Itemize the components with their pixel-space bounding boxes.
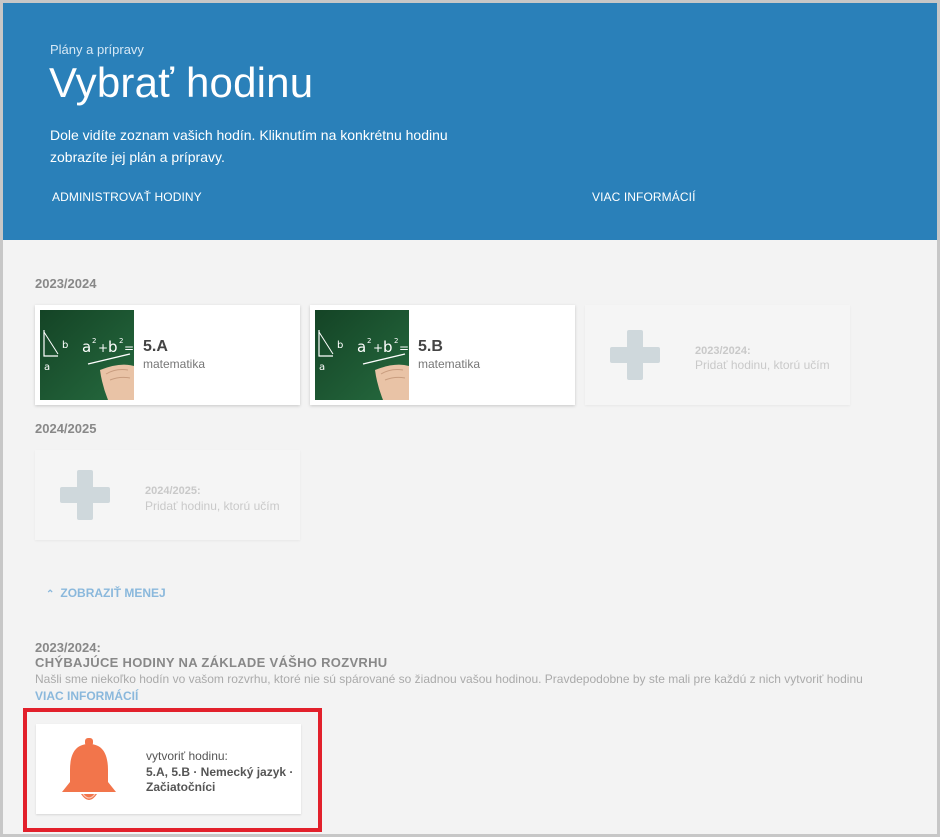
svg-text:a: a — [357, 338, 366, 356]
missing-section-description: Našli sme niekoľko hodín vo vašom rozvrh… — [35, 672, 863, 686]
highlight-box — [23, 708, 322, 832]
class-name: 5.A — [143, 338, 168, 355]
page-title: Vybrať hodinu — [49, 59, 314, 106]
svg-text:a: a — [82, 338, 91, 356]
missing-more-info-link[interactable]: VIAC INFORMÁCIÍ — [35, 689, 138, 703]
svg-text:2: 2 — [119, 337, 123, 345]
plus-icon — [60, 470, 110, 520]
svg-text:b: b — [108, 338, 118, 356]
class-subject: matematika — [418, 357, 481, 371]
plus-icon — [610, 330, 660, 380]
missing-section-year: 2023/2024: — [35, 640, 101, 655]
year-label-2024-2025: 2024/2025 — [35, 421, 97, 436]
svg-text:+: + — [98, 341, 108, 355]
add-class-text: Pridať hodinu, ktorú učím — [145, 499, 280, 513]
add-class-text: Pridať hodinu, ktorú učím — [695, 358, 830, 372]
svg-text:a: a — [44, 362, 50, 373]
page-header: Plány a prípravy Vybrať hodinu Dole vidí… — [3, 3, 937, 240]
add-class-year: 2023/2024: — [695, 345, 751, 357]
chalkboard-image: b a a 2 + b 2 = — [315, 310, 409, 400]
svg-text:=: = — [124, 341, 134, 355]
svg-text:2: 2 — [367, 337, 371, 345]
chalkboard-image: b a a 2 + b 2 = — [40, 310, 134, 400]
svg-text:2: 2 — [92, 337, 96, 345]
app-frame: Plány a prípravy Vybrať hodinu Dole vidí… — [0, 0, 940, 837]
svg-text:+: + — [373, 341, 383, 355]
admin-lessons-link[interactable]: ADMINISTROVAŤ HODINY — [52, 190, 202, 204]
class-subject: matematika — [143, 357, 206, 371]
add-class-card-2023-2024[interactable]: 2023/2024: Pridať hodinu, ktorú učím — [585, 305, 850, 405]
svg-text:=: = — [399, 341, 409, 355]
chevron-up-icon: ⌃ — [46, 589, 55, 600]
show-less-label: ZOBRAZIŤ MENEJ — [60, 586, 166, 600]
class-card-5b[interactable]: b a a 2 + b 2 = 5.B matematika — [310, 305, 575, 405]
svg-text:a: a — [319, 362, 325, 373]
year-label-2023-2024: 2023/2024 — [35, 276, 97, 291]
svg-text:b: b — [62, 340, 68, 351]
add-class-year: 2024/2025: — [145, 485, 201, 497]
page-description: Dole vidíte zoznam vašich hodín. Kliknut… — [50, 127, 448, 165]
breadcrumb[interactable]: Plány a prípravy — [50, 42, 144, 57]
svg-text:b: b — [383, 338, 393, 356]
add-class-card-2024-2025[interactable]: 2024/2025: Pridať hodinu, ktorú učím — [35, 450, 300, 540]
class-name: 5.B — [418, 338, 443, 355]
svg-text:b: b — [337, 340, 343, 351]
show-less-link[interactable]: ⌃ ZOBRAZIŤ MENEJ — [46, 586, 166, 600]
svg-text:2: 2 — [394, 337, 398, 345]
more-info-link[interactable]: VIAC INFORMÁCIÍ — [592, 190, 696, 204]
missing-section-title: CHÝBAJÚCE HODINY NA ZÁKLADE VÁŠHO ROZVRH… — [35, 655, 388, 670]
class-card-5a[interactable]: b a a 2 + b 2 = 5.A matematika — [35, 305, 300, 405]
